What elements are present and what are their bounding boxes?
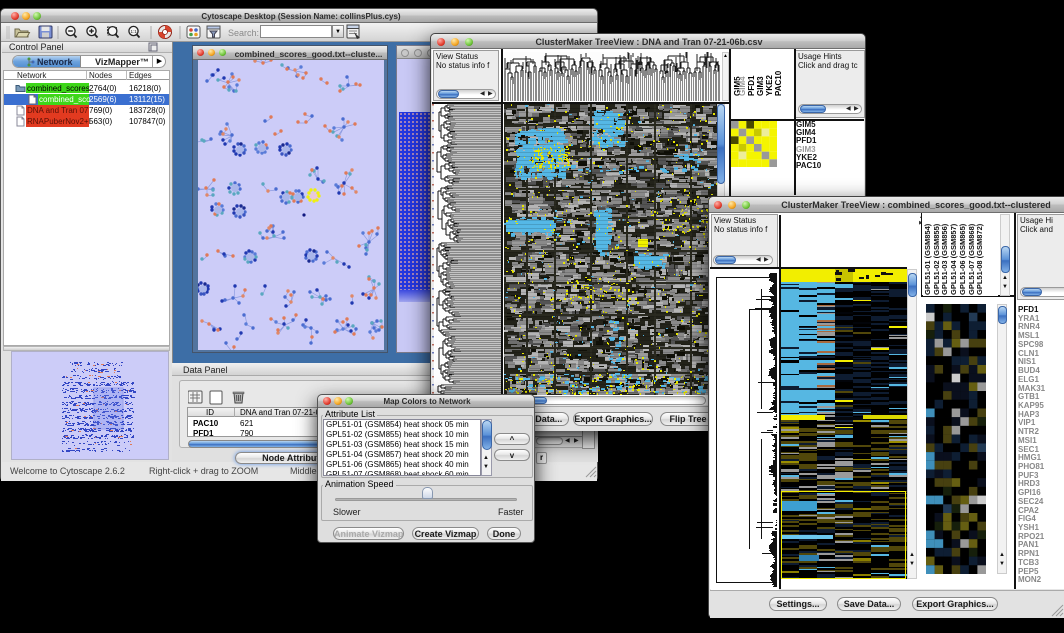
svg-text:Search:: Search: [228, 28, 259, 38]
svg-text:1:1: 1:1 [131, 29, 138, 34]
